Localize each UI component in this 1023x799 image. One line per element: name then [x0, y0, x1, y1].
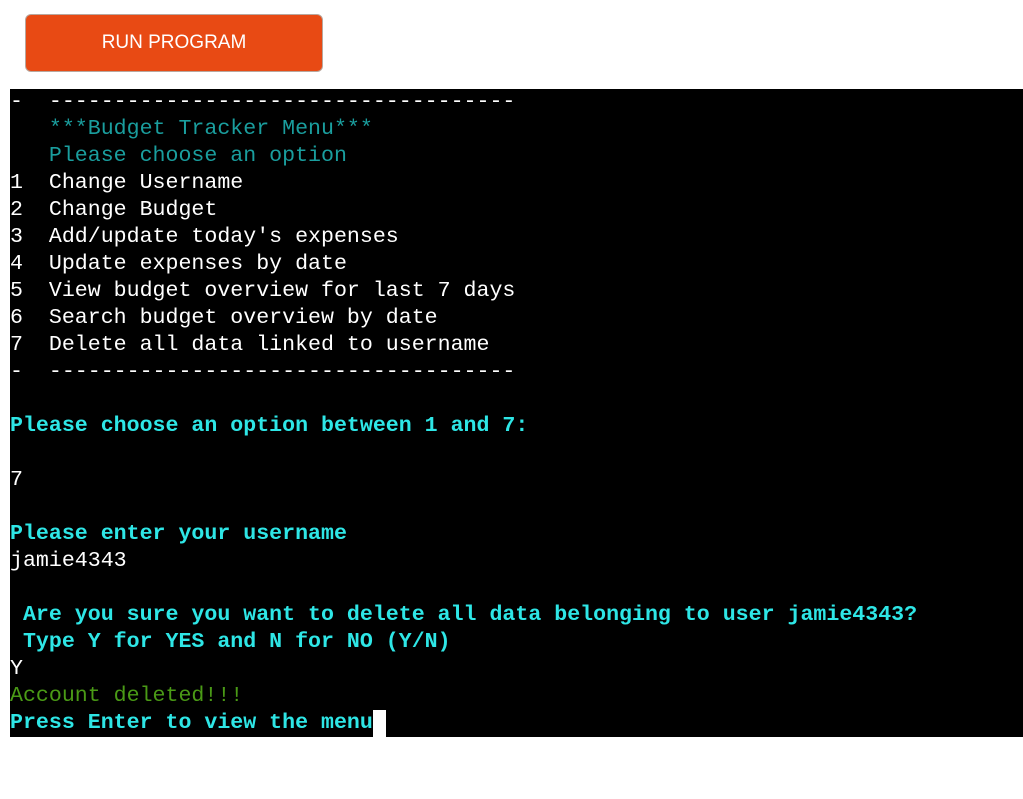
press-enter-line: Press Enter to view the menu: [10, 710, 1023, 737]
menu-title: ***Budget Tracker Menu***: [10, 117, 373, 141]
terminal[interactable]: - ------------------------------------ *…: [10, 89, 1023, 737]
confirm-delete-prompt: Are you sure you want to delete all data…: [10, 603, 918, 627]
menu-option-7: 7 Delete all data linked to username: [10, 333, 490, 357]
success-message: Account deleted!!!: [10, 684, 244, 708]
separator-line: - ------------------------------------: [10, 90, 516, 114]
menu-option-6: 6 Search budget overview by date: [10, 306, 438, 330]
menu-subtitle: Please choose an option: [10, 144, 347, 168]
press-enter-prompt: Press Enter to view the menu: [10, 711, 373, 735]
user-input-option: 7: [10, 468, 23, 492]
confirm-instructions: Type Y for YES and N for NO (Y/N): [10, 630, 451, 654]
menu-option-2: 2 Change Budget: [10, 198, 218, 222]
user-input-username: jamie4343: [10, 549, 127, 573]
run-program-button[interactable]: RUN PROGRAM: [25, 14, 323, 72]
terminal-cursor[interactable]: [372, 710, 386, 737]
menu-option-3: 3 Add/update today's expenses: [10, 225, 399, 249]
user-input-confirm: Y: [10, 657, 23, 681]
separator-line: - ------------------------------------: [10, 360, 516, 384]
username-prompt: Please enter your username: [10, 522, 347, 546]
menu-option-5: 5 View budget overview for last 7 days: [10, 279, 516, 303]
option-prompt: Please choose an option between 1 and 7:: [10, 414, 529, 438]
menu-option-4: 4 Update expenses by date: [10, 252, 347, 276]
menu-option-1: 1 Change Username: [10, 171, 244, 195]
